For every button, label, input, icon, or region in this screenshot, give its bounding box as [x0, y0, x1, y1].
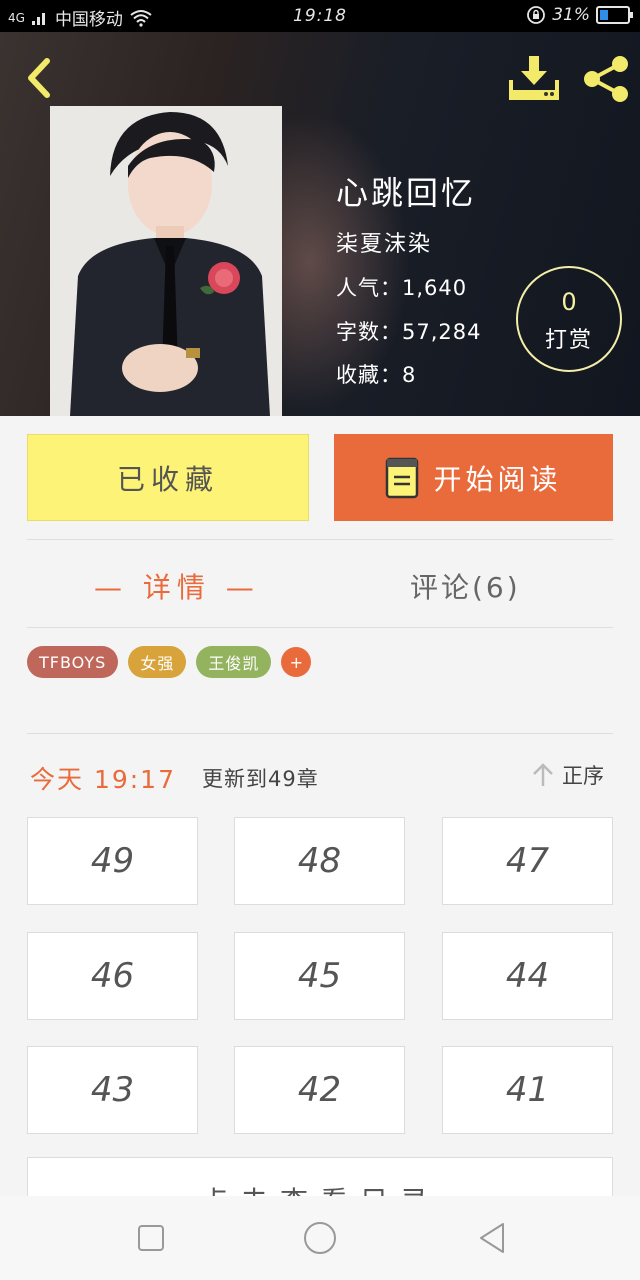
tag-list: TFBOYS 女强 王俊凯 + [27, 646, 312, 678]
divider [27, 733, 613, 734]
favorites-stat: 收藏：8 [336, 363, 417, 387]
divider [27, 627, 613, 628]
chapter-item[interactable]: 44 [442, 932, 613, 1020]
status-bar: 4G 中国移动 19:18 31% [0, 0, 640, 32]
arrow-up-icon [533, 763, 553, 786]
tab-comments[interactable]: 评论(6) [410, 560, 521, 612]
system-nav-bar [0, 1196, 640, 1280]
sort-order-button[interactable]: 正序 [532, 760, 604, 790]
start-reading-button[interactable]: 开始阅读 [334, 434, 613, 521]
tag-tfboys[interactable]: TFBOYS [27, 646, 119, 678]
favorited-label: 已收藏 [116, 462, 219, 496]
back-nav-button[interactable] [472, 1218, 512, 1258]
divider [27, 539, 613, 540]
chapter-item[interactable]: 42 [234, 1046, 405, 1134]
book-author[interactable]: 柒夏沫染 [336, 226, 432, 258]
word-count-stat: 字数：57,284 [336, 320, 482, 344]
battery-percent: 31% [552, 5, 590, 25]
square-icon [138, 1225, 164, 1251]
back-arrow-icon [28, 58, 50, 98]
book-header: 心跳回忆 柒夏沫染 人气：1,640 字数：57,284 收藏：8 0 打赏 [0, 32, 640, 416]
reward-count: 0 [561, 288, 577, 316]
share-icon [584, 56, 628, 102]
book-title: 心跳回忆 [336, 174, 477, 212]
chapter-item[interactable]: 41 [442, 1046, 613, 1134]
chapter-item[interactable]: 43 [27, 1046, 198, 1134]
sort-order-label: 正序 [562, 764, 604, 788]
rotation-lock-icon [527, 6, 546, 24]
tag-wang-junkai[interactable]: 王俊凯 [196, 646, 272, 678]
reward-button[interactable]: 0 打赏 [516, 266, 622, 372]
add-tag-button[interactable]: + [281, 647, 312, 677]
start-reading-label: 开始阅读 [433, 462, 562, 496]
share-button[interactable] [580, 54, 632, 104]
download-button[interactable] [508, 54, 560, 102]
circle-icon [304, 1222, 336, 1254]
update-text: 更新到49章 [202, 767, 319, 791]
status-right: 31% [526, 5, 633, 25]
home-button[interactable] [300, 1218, 340, 1258]
chapter-item[interactable]: 47 [442, 817, 613, 905]
battery-fill [600, 10, 609, 20]
chapter-item[interactable]: 49 [27, 817, 198, 905]
reward-label: 打赏 [544, 328, 593, 353]
battery-icon [596, 6, 633, 24]
download-icon [509, 56, 559, 100]
cover-image [50, 106, 282, 416]
popularity-stat: 人气：1,640 [336, 276, 468, 300]
recent-apps-button[interactable] [131, 1218, 171, 1258]
tag-female-strong[interactable]: 女强 [128, 646, 187, 678]
book-icon [386, 457, 419, 498]
tab-details[interactable]: — 详情 — [94, 560, 260, 612]
chapter-item[interactable]: 45 [234, 932, 405, 1020]
back-button[interactable] [18, 56, 58, 100]
update-time: 今天 19:17 [30, 765, 176, 794]
book-cover [50, 106, 282, 416]
triangle-back-icon [480, 1223, 504, 1253]
chapter-item[interactable]: 46 [27, 932, 198, 1020]
favorited-button[interactable]: 已收藏 [27, 434, 309, 521]
chapter-item[interactable]: 48 [234, 817, 405, 905]
